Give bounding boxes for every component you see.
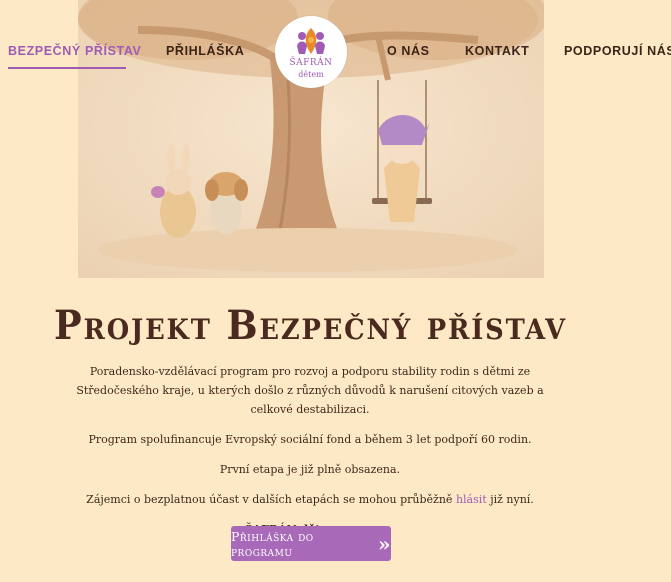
main-content: Poradensko-vzdělávací program pro rozvoj… — [60, 362, 560, 550]
apply-program-button[interactable]: Přihláška do programu » — [231, 526, 391, 561]
logo-title: ŠAFRÁN — [289, 58, 333, 68]
intro-paragraph: Poradensko-vzdělávací program pro rozvoj… — [76, 365, 544, 416]
page-title: Projekt Bezpečný přístav — [54, 302, 567, 349]
nav-item-podporuji-nas[interactable]: PODPORUJÍ NÁS — [564, 44, 671, 58]
double-chevron-right-icon: » — [378, 531, 391, 556]
nav-item-o-nas[interactable]: O NÁS — [387, 44, 430, 58]
apply-text-after: již nyní. — [490, 493, 534, 506]
main-nav: BEZPEČNÝ PŘÍSTAV PŘIHLÁŠKA ŠAFRÁN dětem … — [0, 0, 671, 110]
nav-active-underline — [8, 67, 126, 69]
apply-text-before: Zájemci o bezplatnou účast v dalších eta… — [86, 493, 453, 506]
site-logo[interactable]: ŠAFRÁN dětem — [275, 16, 347, 88]
nav-item-kontakt[interactable]: KONTAKT — [465, 44, 529, 58]
funding-paragraph: Program spolufinancuje Evropský sociální… — [88, 433, 532, 446]
apply-program-label: Přihláška do programu — [231, 528, 314, 559]
people-family-icon — [297, 28, 325, 54]
nav-item-bezpecny-pristav[interactable]: BEZPEČNÝ PŘÍSTAV — [8, 44, 141, 58]
apply-paragraph: Zájemci o bezplatnou účast v dalších eta… — [60, 490, 560, 509]
stage-paragraph: První etapa je již plně obsazena. — [219, 463, 401, 476]
nav-item-prihlaska[interactable]: PŘIHLÁŠKA — [166, 44, 244, 58]
apply-link[interactable]: hlásit — [456, 493, 487, 506]
logo-subtitle: dětem — [298, 70, 324, 79]
